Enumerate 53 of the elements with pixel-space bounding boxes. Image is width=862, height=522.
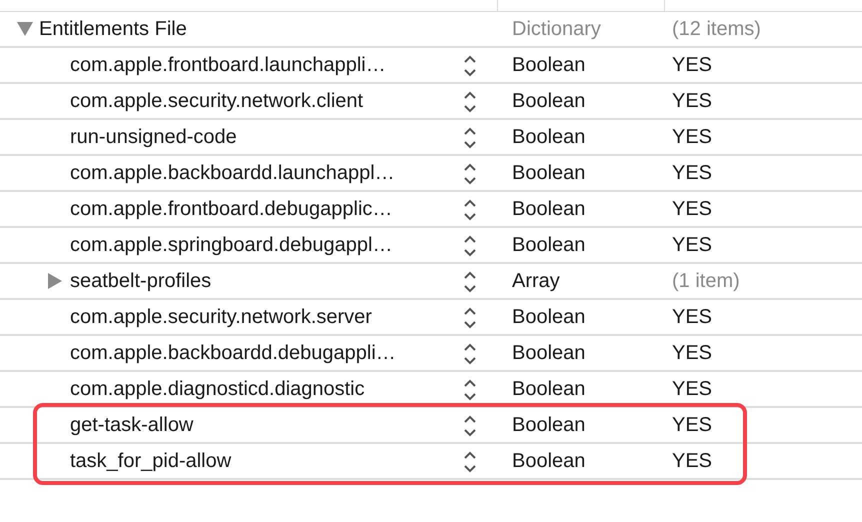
type-label: Boolean xyxy=(512,450,586,472)
value-label: YES xyxy=(672,450,712,472)
disclosure-triangle-icon[interactable] xyxy=(17,22,33,36)
type-label: Boolean xyxy=(512,126,586,148)
key-label: com.apple.backboardd.debugappli… xyxy=(70,342,396,364)
stepper-icon[interactable] xyxy=(462,197,478,223)
value-label: YES xyxy=(672,126,712,148)
key-label: run-unsigned-code xyxy=(70,126,237,148)
value-label: YES xyxy=(672,234,712,256)
stepper-icon[interactable] xyxy=(462,233,478,259)
value-label: YES xyxy=(672,342,712,364)
key-label: Entitlements File xyxy=(39,18,187,40)
type-label: Boolean xyxy=(512,90,586,112)
type-label: Boolean xyxy=(512,234,586,256)
type-label: Boolean xyxy=(512,162,586,184)
key-label: get-task-allow xyxy=(70,414,194,436)
key-label: com.apple.diagnosticd.diagnostic xyxy=(70,378,365,400)
value-label: YES xyxy=(672,162,712,184)
stepper-icon[interactable] xyxy=(462,305,478,331)
stepper-icon[interactable] xyxy=(462,377,478,403)
type-label: Array xyxy=(512,270,560,292)
stepper-icon[interactable] xyxy=(462,341,478,367)
stepper-icon[interactable] xyxy=(462,161,478,187)
type-label: Boolean xyxy=(512,306,586,328)
value-label: (1 item) xyxy=(672,270,740,292)
type-label: Dictionary xyxy=(512,18,601,40)
value-label: YES xyxy=(672,414,712,436)
value-label: YES xyxy=(672,306,712,328)
key-label: com.apple.security.network.client xyxy=(70,90,364,112)
type-label: Boolean xyxy=(512,378,586,400)
value-label: (12 items) xyxy=(672,18,761,40)
key-label: com.apple.security.network.server xyxy=(70,306,372,328)
value-label: YES xyxy=(672,90,712,112)
key-label: com.apple.springboard.debugappl… xyxy=(70,234,392,256)
key-label: task_for_pid-allow xyxy=(70,450,232,472)
stepper-icon[interactable] xyxy=(462,89,478,115)
disclosure-triangle-icon[interactable] xyxy=(48,273,62,289)
type-label: Boolean xyxy=(512,342,586,364)
type-label: Boolean xyxy=(512,414,586,436)
key-label: seatbelt-profiles xyxy=(70,270,212,292)
stepper-icon[interactable] xyxy=(462,53,478,79)
stepper-icon[interactable] xyxy=(462,269,478,295)
type-label: Boolean xyxy=(512,54,586,76)
key-label: com.apple.backboardd.launchappl… xyxy=(70,162,395,184)
type-label: Boolean xyxy=(512,198,586,220)
stepper-icon[interactable] xyxy=(462,413,478,439)
value-label: YES xyxy=(672,198,712,220)
key-label: com.apple.frontboard.debugapplic… xyxy=(70,198,392,220)
value-label: YES xyxy=(672,378,712,400)
stepper-icon[interactable] xyxy=(462,125,478,151)
stepper-icon[interactable] xyxy=(462,449,478,475)
key-label: com.apple.frontboard.launchappli… xyxy=(70,54,386,76)
value-label: YES xyxy=(672,54,712,76)
